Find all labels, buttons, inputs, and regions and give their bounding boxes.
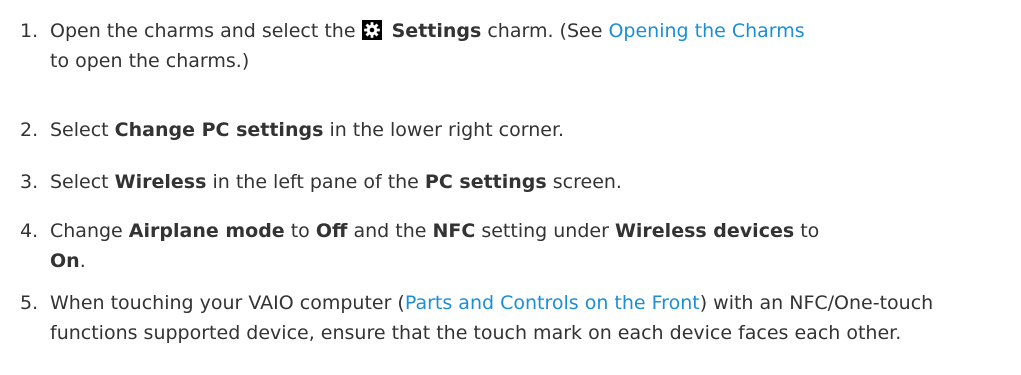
step-bold-term: On <box>50 250 80 272</box>
step-2: 2. Select Change PC settings in the lowe… <box>20 115 1010 145</box>
step-text: Select Wireless in the left pane of the … <box>50 167 1010 197</box>
step-text-part: Select <box>50 171 109 193</box>
step-1: 1. Open the charms and select the Settin… <box>20 16 1010 72</box>
step-bold-term: Off <box>315 220 348 242</box>
step-text-part: in the lower right corner. <box>329 119 565 141</box>
step-text-part: to open the charms.) <box>50 50 250 72</box>
step-text-part: . <box>79 250 86 272</box>
step-text-part: Select <box>50 119 109 141</box>
step-text-part: setting under <box>481 220 609 242</box>
step-number: 2. <box>20 119 39 141</box>
step-text-part: in the left pane of the <box>212 171 419 193</box>
step-bold-term: Wireless devices <box>614 220 795 242</box>
step-bold-term: Change PC settings <box>114 119 324 141</box>
step-bold-term: Settings <box>391 20 482 42</box>
step-bold-term: PC settings <box>424 171 547 193</box>
opening-the-charms-link[interactable]: Opening the Charms <box>608 20 804 42</box>
step-bold-term: Airplane mode <box>128 220 285 242</box>
step-text-part: Change <box>50 220 123 242</box>
step-number: 4. <box>20 220 39 242</box>
step-4: 4. Change Airplane mode to Off and the N… <box>20 216 1010 272</box>
parts-and-controls-link[interactable]: Parts and Controls on the Front <box>405 292 700 314</box>
step-text: When touching your VAIO computer (Parts … <box>50 288 1010 348</box>
step-text-part: to <box>290 220 310 242</box>
step-text-part: When touching your VAIO computer ( <box>50 292 405 314</box>
step-text-part: to <box>800 220 820 242</box>
step-text: Select Change PC settings in the lower r… <box>50 115 1010 145</box>
step-text-part: screen. <box>552 171 622 193</box>
settings-gear-icon <box>361 20 382 40</box>
step-text: Change Airplane mode to Off and the NFC … <box>50 216 1010 276</box>
step-text-part: Open the charms and select the <box>50 20 356 42</box>
step-number: 5. <box>20 292 39 314</box>
step-3: 3. Select Wireless in the left pane of t… <box>20 167 1010 197</box>
step-text-part: charm. (See <box>487 20 603 42</box>
step-bold-term: NFC <box>432 220 476 242</box>
step-bold-term: Wireless <box>114 171 207 193</box>
step-5: 5. When touching your VAIO computer (Par… <box>20 288 1010 344</box>
step-number: 3. <box>20 171 39 193</box>
step-text: Open the charms and select the Settings … <box>50 16 1010 76</box>
step-text-part: and the <box>353 220 427 242</box>
step-number: 1. <box>20 20 39 42</box>
